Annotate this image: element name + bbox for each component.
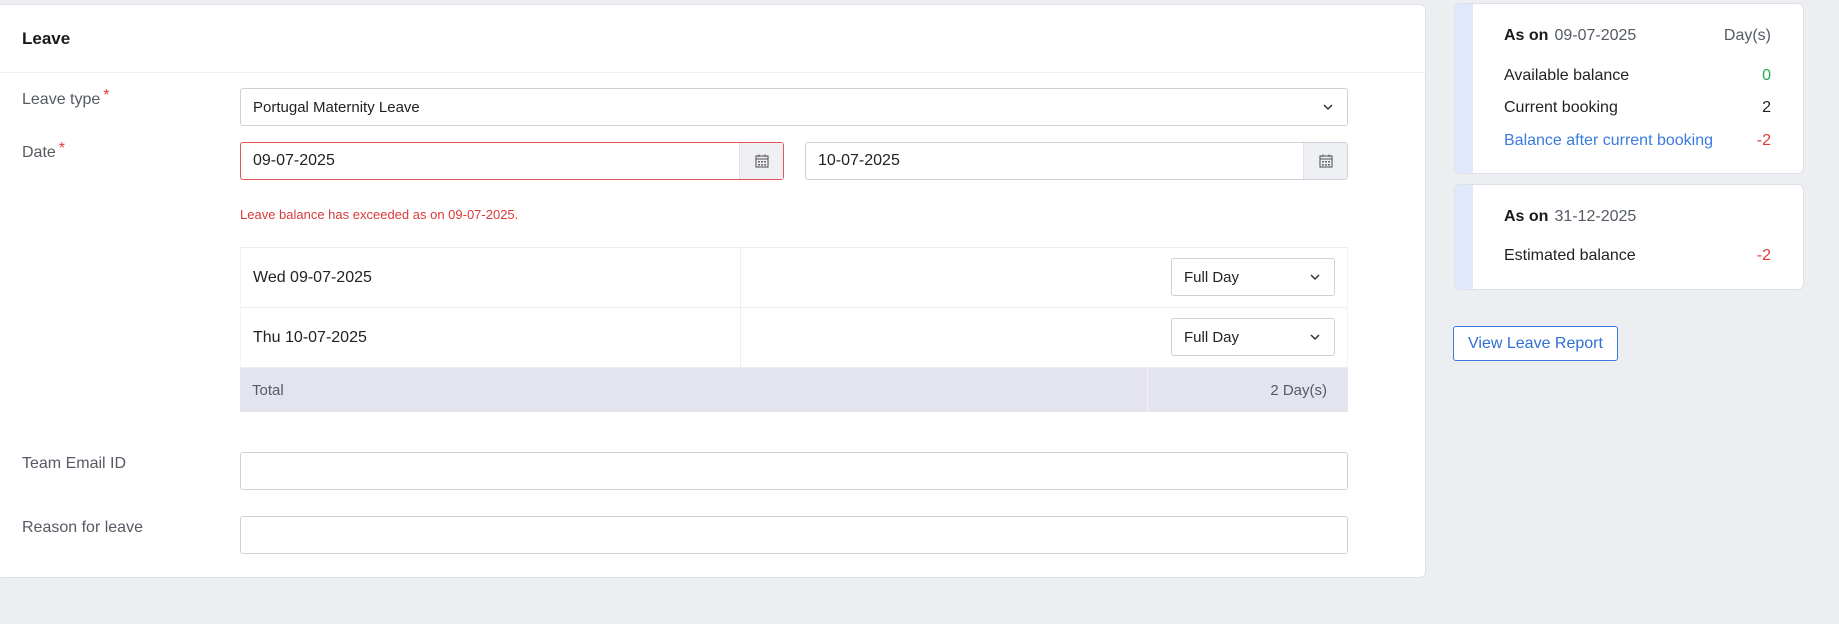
chevron-down-icon	[1310, 334, 1320, 341]
as-on-label: As on	[1504, 27, 1549, 44]
leave-type-value: Portugal Maternity Leave	[253, 98, 420, 116]
as-on-date: 09-07-2025	[1554, 27, 1637, 44]
day-type-value: Full Day	[1184, 328, 1240, 346]
leave-type-label: Leave type *	[22, 87, 110, 108]
as-on-row: As on 09-07-2025 Day(s)	[1504, 27, 1771, 45]
chevron-down-icon	[1323, 104, 1333, 111]
balance-after-value: -2	[1756, 132, 1771, 149]
date-error-message: Leave balance has exceeded as on 09-07-2…	[240, 207, 519, 222]
team-email-label: Team Email ID	[22, 455, 127, 472]
day-type-select[interactable]: Full Day	[1171, 258, 1335, 296]
to-date-field[interactable]: 10-07-2025	[805, 142, 1348, 180]
as-on-date: 31-12-2025	[1554, 208, 1637, 225]
balance-after-row: Balance after current booking -2	[1504, 132, 1771, 150]
page-title: Leave	[22, 28, 71, 48]
required-mark: *	[103, 87, 110, 104]
day-breakdown-table: Wed 09-07-2025 Full Day Thu 10-07-2025 F…	[240, 247, 1348, 412]
card-header: Leave	[0, 5, 1425, 73]
date-label: Date *	[22, 140, 66, 161]
table-row: Wed 09-07-2025 Full Day	[240, 248, 1348, 308]
estimated-balance-card: As on 31-12-2025 Estimated balance -2	[1454, 184, 1804, 290]
total-row: Total 2 Day(s)	[240, 368, 1348, 412]
total-label: Total	[240, 368, 1148, 412]
balance-after-link[interactable]: Balance after current booking	[1504, 132, 1713, 150]
reason-input[interactable]	[240, 516, 1348, 554]
current-booking-label: Current booking	[1504, 99, 1618, 116]
leave-type-select[interactable]: Portugal Maternity Leave	[240, 88, 1348, 126]
estimated-balance-row: Estimated balance -2	[1504, 247, 1771, 265]
calendar-icon[interactable]	[1303, 143, 1347, 179]
total-value: 2 Day(s)	[1270, 381, 1327, 399]
to-date-value: 10-07-2025	[818, 152, 900, 169]
available-balance-row: Available balance 0	[1504, 67, 1771, 85]
reason-label: Reason for leave	[22, 519, 143, 536]
day-date: Wed 09-07-2025	[241, 248, 741, 307]
table-row: Thu 10-07-2025 Full Day	[240, 308, 1348, 368]
from-date-value: 09-07-2025	[253, 152, 335, 169]
estimated-balance-value: -2	[1756, 247, 1771, 264]
available-balance-value: 0	[1762, 67, 1771, 84]
leave-form-card: Leave Leave type * Portugal Maternity Lea…	[0, 4, 1426, 578]
balance-summary-card: As on 09-07-2025 Day(s) Available balance…	[1454, 3, 1804, 174]
team-email-input[interactable]	[240, 452, 1348, 490]
current-booking-value: 2	[1762, 99, 1771, 116]
as-on-label: As on	[1504, 208, 1549, 225]
current-booking-row: Current booking 2	[1504, 99, 1771, 117]
estimated-balance-label: Estimated balance	[1504, 247, 1636, 264]
chevron-down-icon	[1310, 274, 1320, 281]
view-leave-report-button[interactable]: View Leave Report	[1453, 326, 1618, 361]
day-date: Thu 10-07-2025	[241, 308, 741, 367]
day-type-select[interactable]: Full Day	[1171, 318, 1335, 356]
as-on-row: As on 31-12-2025	[1504, 208, 1771, 226]
available-balance-label: Available balance	[1504, 67, 1630, 84]
day-type-value: Full Day	[1184, 268, 1240, 286]
required-mark: *	[58, 140, 66, 157]
unit-label: Day(s)	[1723, 27, 1771, 44]
from-date-field[interactable]: 09-07-2025	[240, 142, 784, 180]
calendar-icon[interactable]	[739, 143, 783, 179]
